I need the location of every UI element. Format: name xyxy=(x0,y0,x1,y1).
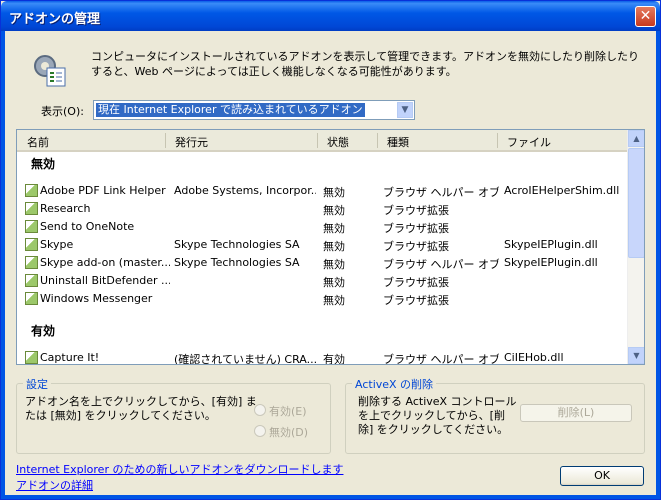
list-header: 名前 発行元 状態 種類 ファイル xyxy=(17,130,629,152)
activex-group: ActiveX の削除 削除する ActiveX コントロールを上でクリックして… xyxy=(345,376,645,454)
description-text: コンピュータにインストールされているアドオンを表示して管理できます。アドオンを無… xyxy=(91,50,640,78)
addon-icon xyxy=(25,184,38,197)
vertical-scrollbar[interactable]: ▲ ▼ xyxy=(627,130,644,364)
list-item[interactable]: Research 無効 ブラウザ拡張 xyxy=(23,200,629,218)
list-item[interactable]: Send to OneNote 無効 ブラウザ拡張 xyxy=(23,218,629,236)
group-enabled: 有効 xyxy=(31,324,56,338)
addon-icon xyxy=(25,351,38,364)
column-status[interactable]: 状態 xyxy=(327,134,349,150)
scroll-down-icon[interactable]: ▼ xyxy=(628,347,644,364)
addon-icon xyxy=(25,256,38,269)
addons-list[interactable]: 名前 発行元 状態 種類 ファイル 無効 Adobe PDF Link Help… xyxy=(16,129,645,365)
addon-icon xyxy=(25,220,38,233)
addon-details-link[interactable]: アドオンの詳細 xyxy=(16,477,93,493)
chevron-down-icon[interactable]: ▼ xyxy=(397,102,413,118)
scroll-thumb[interactable] xyxy=(628,148,644,258)
column-name[interactable]: 名前 xyxy=(27,134,49,150)
column-publisher[interactable]: 発行元 xyxy=(175,134,208,150)
group-disabled: 無効 xyxy=(31,157,56,171)
list-item[interactable]: Skype add-on (master... Skype Technologie… xyxy=(23,254,629,272)
settings-title: 設定 xyxy=(23,376,51,392)
settings-group: 設定 アドオン名を上でクリックしてから、[有効] または [無効] をクリックし… xyxy=(16,376,331,454)
list-item[interactable]: Capture It! (確認されていません) CRA... 有効 ブラウザ ヘルパー… xyxy=(23,349,629,364)
addon-icon xyxy=(25,238,38,251)
column-type[interactable]: 種類 xyxy=(387,134,409,150)
activex-title: ActiveX の削除 xyxy=(352,376,437,392)
list-item[interactable]: Uninstall BitDefender ... 無効 ブラウザ拡張 xyxy=(23,272,629,290)
window-title: アドオンの管理 xyxy=(9,12,101,27)
show-dropdown[interactable]: 現在 Internet Explorer で読み込まれているアドオン ▼ xyxy=(93,100,415,120)
show-label: 表示(O): xyxy=(41,105,84,118)
list-item[interactable]: Skype Skype Technologies SA 無効 ブラウザ拡張 SkypeI… xyxy=(23,236,629,254)
column-file[interactable]: ファイル xyxy=(507,134,551,150)
title-bar[interactable]: アドオンの管理 ✕ xyxy=(1,1,660,31)
delete-button[interactable]: 削除(L) xyxy=(520,404,632,422)
show-selected-value: 現在 Internet Explorer で読み込まれているアドオン xyxy=(96,103,365,117)
settings-text: アドオン名を上でクリックしてから、[有効] または [無効] をクリックしてくだ… xyxy=(25,395,257,422)
manage-addons-dialog: アドオンの管理 ✕ コンピュータにインストールされているアドオンを表示して管理で… xyxy=(0,0,661,500)
addons-manage-icon xyxy=(34,55,66,87)
activex-text: 削除する ActiveX コントロールを上でクリックしてから、[削除] をクリッ… xyxy=(358,395,517,436)
ok-button[interactable]: OK xyxy=(560,466,644,486)
addon-icon xyxy=(25,274,38,287)
addon-icon xyxy=(25,292,38,305)
list-item[interactable]: Windows Messenger 無効 ブラウザ拡張 xyxy=(23,290,629,308)
close-button[interactable]: ✕ xyxy=(635,6,656,27)
addon-icon xyxy=(25,202,38,215)
list-item[interactable]: Adobe PDF Link Helper Adobe Systems, Inco… xyxy=(23,182,629,200)
download-addons-link[interactable]: Internet Explorer のための新しいアドオンをダウンロードします xyxy=(16,461,343,477)
scroll-up-icon[interactable]: ▲ xyxy=(628,130,644,147)
